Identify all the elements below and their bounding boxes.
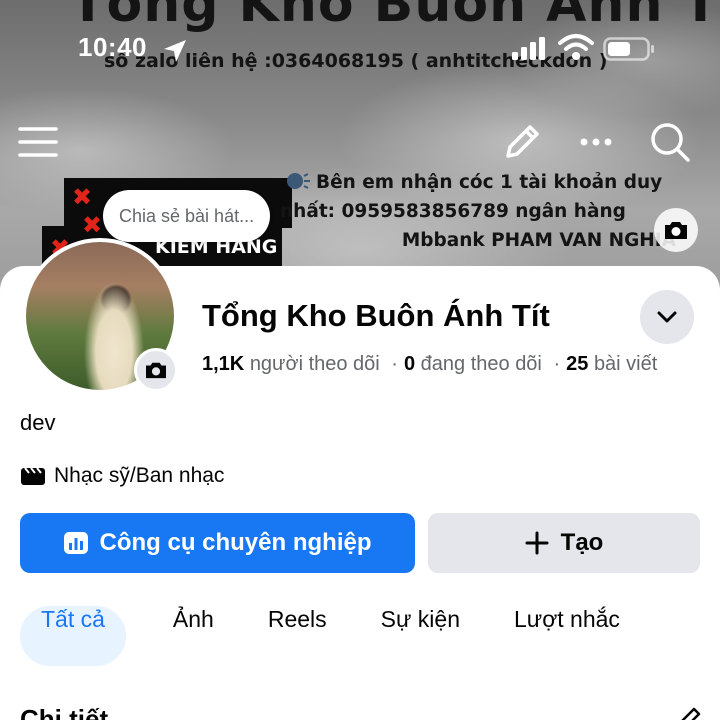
followers-count: 1,1K	[202, 353, 245, 375]
status-time: 10:40	[78, 32, 147, 62]
stats-separator: ·	[553, 353, 561, 375]
cellular-signal-icon	[512, 37, 545, 60]
profile-stats: 1,1K người theo dõi · 0 đang theo dõi · 25…	[202, 353, 657, 376]
profile-category: Nhạc sỹ/Ban nhạc	[20, 464, 224, 488]
details-section-title: Chi tiết	[20, 704, 109, 720]
tab-all[interactable]: Tất cả	[20, 606, 126, 666]
location-arrow-icon	[164, 40, 186, 62]
avatar-camera-button[interactable]	[134, 348, 178, 392]
profile-dropdown-button[interactable]	[640, 290, 694, 344]
profile-bio: dev	[20, 410, 56, 435]
cover-note-line1: Bên em nhận cóc 1 tài khoản duy	[316, 172, 663, 193]
create-label: Tạo	[560, 529, 604, 556]
tab-mentions[interactable]: Lượt nhắc	[493, 606, 641, 666]
clapperboard-icon	[21, 467, 45, 485]
red-x-icon: ✖	[72, 183, 93, 211]
share-song-bubble[interactable]: Chia sẻ bài hát...	[103, 190, 271, 242]
professional-tools-button[interactable]: Công cụ chuyên nghiệp	[20, 513, 415, 573]
battery-icon	[603, 37, 654, 61]
cover-note-line2: nhất: 0959583856789 ngân hàng	[280, 201, 626, 222]
search-icon[interactable]	[648, 120, 692, 164]
tab-photos[interactable]: Ảnh	[152, 606, 235, 666]
cover-camera-button[interactable]	[654, 208, 698, 252]
page-name: Tổng Kho Buôn Ánh Tít	[202, 298, 550, 333]
cover-note: Bên em nhận cóc 1 tài khoản duy nhất: 09…	[280, 168, 700, 255]
camera-icon	[146, 362, 166, 379]
tab-reels[interactable]: Reels	[247, 606, 348, 666]
more-dots-icon[interactable]	[574, 120, 618, 164]
hamburger-menu-icon[interactable]	[16, 120, 60, 164]
professional-tools-label: Công cụ chuyên nghiệp	[99, 529, 372, 556]
pencil-icon[interactable]	[676, 706, 702, 720]
followers-label: người theo dõi	[249, 353, 380, 375]
following-label: đang theo dõi	[420, 353, 542, 375]
tab-events[interactable]: Sự kiện	[360, 606, 481, 666]
posts-label: bài viết	[593, 353, 658, 375]
bar-chart-icon	[64, 532, 89, 554]
cover-banner-title: Tổng Kho Buôn Ánh Tít	[70, 0, 720, 34]
pencil-icon[interactable]	[500, 120, 544, 164]
posts-count: 25	[566, 353, 589, 375]
cover-note-line3: Mbbank PHAM VAN NGHIA	[401, 230, 676, 251]
profile-tabs: Tất cả Ảnh Reels Sự kiện Lượt nhắc	[20, 606, 641, 666]
speaking-head-icon	[287, 173, 310, 189]
plus-icon	[525, 531, 549, 555]
red-x-icon: ✖	[82, 211, 103, 239]
chevron-down-icon	[657, 311, 677, 323]
following-count: 0	[403, 353, 416, 375]
wifi-icon	[558, 34, 594, 60]
category-label: Nhạc sỹ/Ban nhạc	[54, 464, 225, 487]
camera-icon	[665, 222, 687, 239]
stats-separator: ·	[391, 353, 398, 375]
create-button[interactable]: Tạo	[428, 513, 700, 573]
